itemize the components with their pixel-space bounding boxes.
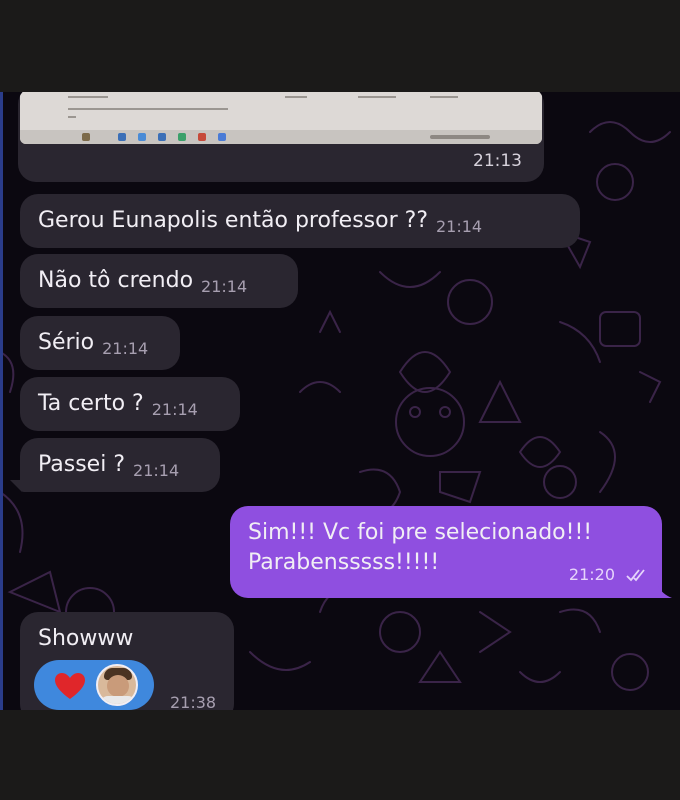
screenshot-thumbnail[interactable] — [20, 92, 542, 144]
chat-area[interactable]: 21:13 Gerou Eunapolis então professor ??… — [0, 92, 680, 710]
message-bubble[interactable]: Ta certo ? 21:14 — [20, 377, 240, 431]
message-text: Sério — [38, 330, 95, 355]
outgoing-message-bubble[interactable]: Sim!!! Vc foi pre selecionado!!! Paraben… — [230, 506, 662, 598]
heart-icon — [55, 673, 85, 699]
message-bubble[interactable]: Gerou Eunapolis então professor ?? 21:14 — [20, 194, 580, 248]
bubble-tail — [658, 586, 672, 598]
avatar[interactable] — [96, 664, 138, 706]
message-time: 21:38 — [170, 693, 217, 710]
outgoing-message-line2: Parabensssss!!!!! — [248, 550, 440, 575]
message-text: Passei ? — [38, 452, 126, 477]
image-message[interactable]: 21:13 — [18, 92, 544, 182]
message-bubble[interactable]: Não tô crendo 21:14 — [20, 254, 298, 308]
message-time: 21:14 — [151, 400, 198, 419]
message-text: Não tô crendo — [38, 268, 194, 293]
message-text: Gerou Eunapolis então professor ?? — [38, 208, 428, 233]
reaction-pill[interactable] — [34, 660, 154, 710]
message-text: Ta certo ? — [38, 391, 144, 416]
outgoing-message-line1: Sim!!! Vc foi pre selecionado!!! — [248, 520, 593, 545]
image-message-time: 21:13 — [473, 151, 522, 171]
double-check-icon — [626, 569, 645, 582]
message-text: Showww — [38, 626, 134, 651]
message-time: 21:14 — [133, 461, 180, 480]
message-bubble[interactable]: Passei ? 21:14 — [20, 438, 220, 492]
message-time: 21:14 — [102, 339, 149, 358]
message-time: 21:14 — [201, 277, 248, 296]
left-edge-strip — [0, 92, 3, 710]
message-time: 21:14 — [436, 217, 483, 236]
bubble-tail — [10, 480, 22, 492]
outgoing-message-time: 21:20 — [568, 565, 615, 584]
message-bubble[interactable]: Sério 21:14 — [20, 316, 180, 370]
